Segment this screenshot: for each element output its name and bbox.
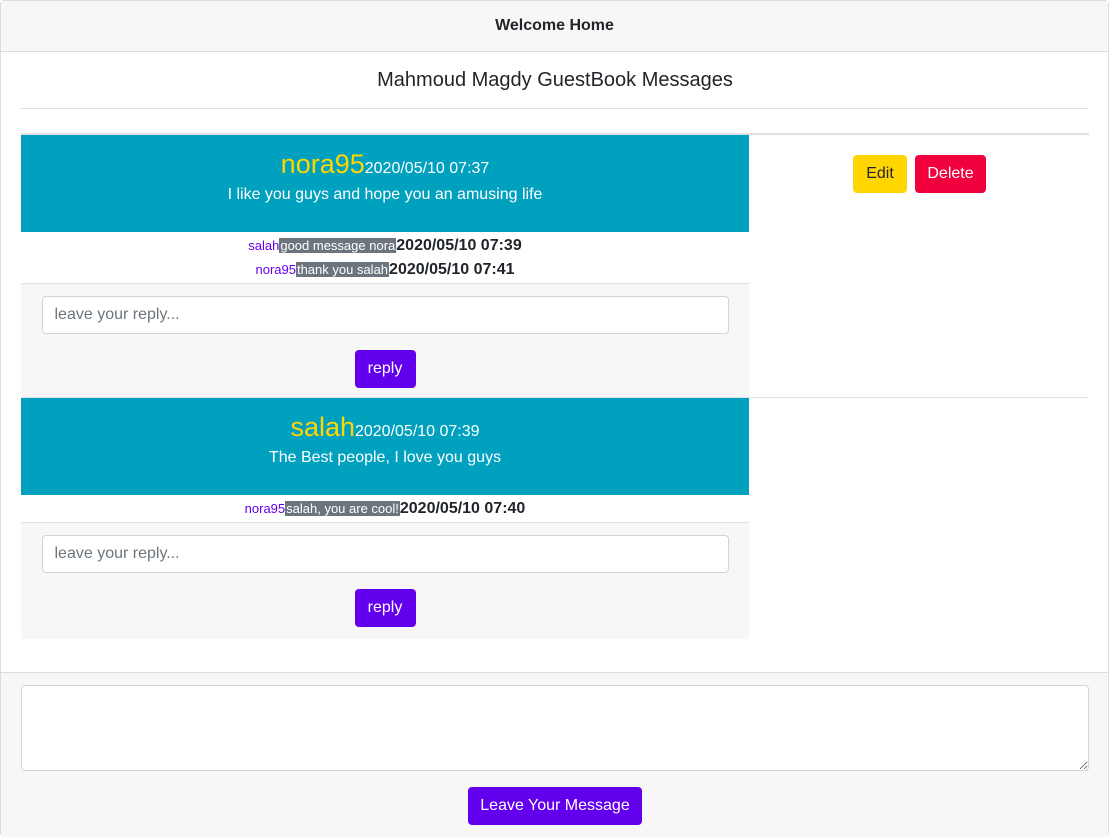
reply-date: 2020/05/10 07:40: [399, 500, 526, 517]
page-title: Mahmoud Magdy GuestBook Messages: [21, 52, 1089, 109]
reply-button[interactable]: reply: [354, 589, 416, 627]
message-actions: Edit Delete: [853, 155, 986, 193]
reply-input[interactable]: [41, 296, 729, 334]
page-title-text: Mahmoud Magdy GuestBook Messages: [377, 68, 733, 91]
message-author: nora95: [280, 149, 365, 179]
new-message-form: Leave Your Message: [1, 672, 1108, 837]
reply-input[interactable]: [41, 535, 729, 573]
reply-date: 2020/05/10 07:41: [389, 261, 515, 278]
message-date: 2020/05/10 07:39: [354, 423, 480, 440]
message-header: salah2020/05/10 07:39 The Best people, I…: [21, 398, 749, 495]
message-card: nora952020/05/10 07:37 I like you guys a…: [21, 135, 749, 400]
reply-author: salah: [248, 238, 280, 253]
reply-list: nora95salah, you are cool!2020/05/10 07:…: [21, 495, 749, 522]
message-header: nora952020/05/10 07:37 I like you guys a…: [21, 135, 749, 232]
reply-author: nora95: [244, 501, 286, 516]
welcome-header: Welcome Home: [1, 1, 1108, 52]
reply-item: nora95salah, you are cool!2020/05/10 07:…: [21, 498, 749, 522]
message-textarea[interactable]: [21, 685, 1089, 771]
delete-button[interactable]: Delete: [915, 155, 986, 193]
reply-form: reply: [21, 283, 749, 400]
message-text: I like you guys and hope you an amusing …: [227, 186, 543, 203]
reply-text: good message nora: [279, 238, 397, 253]
message-text: The Best people, I love you guys: [268, 449, 502, 466]
reply-item: nora95thank you salah2020/05/10 07:41: [21, 259, 749, 283]
message-author: salah: [290, 412, 355, 442]
reply-list: salahgood message nora2020/05/10 07:39 n…: [21, 232, 749, 283]
reply-form: reply: [21, 522, 749, 639]
reply-text: thank you salah: [295, 262, 390, 277]
message-date: 2020/05/10 07:37: [364, 160, 490, 177]
header-title: Welcome Home: [495, 17, 614, 34]
leave-message-button[interactable]: Leave Your Message: [468, 787, 642, 825]
reply-item: salahgood message nora2020/05/10 07:39: [21, 235, 749, 259]
reply-author: nora95: [255, 262, 296, 277]
message-card: salah2020/05/10 07:39 The Best people, I…: [21, 398, 749, 639]
reply-text: salah, you are cool!: [285, 501, 400, 516]
reply-date: 2020/05/10 07:39: [396, 237, 522, 254]
edit-button[interactable]: Edit: [853, 155, 907, 193]
reply-button[interactable]: reply: [354, 350, 416, 388]
guestbook-card: Welcome Home Mahmoud Magdy GuestBook Mes…: [0, 0, 1109, 837]
